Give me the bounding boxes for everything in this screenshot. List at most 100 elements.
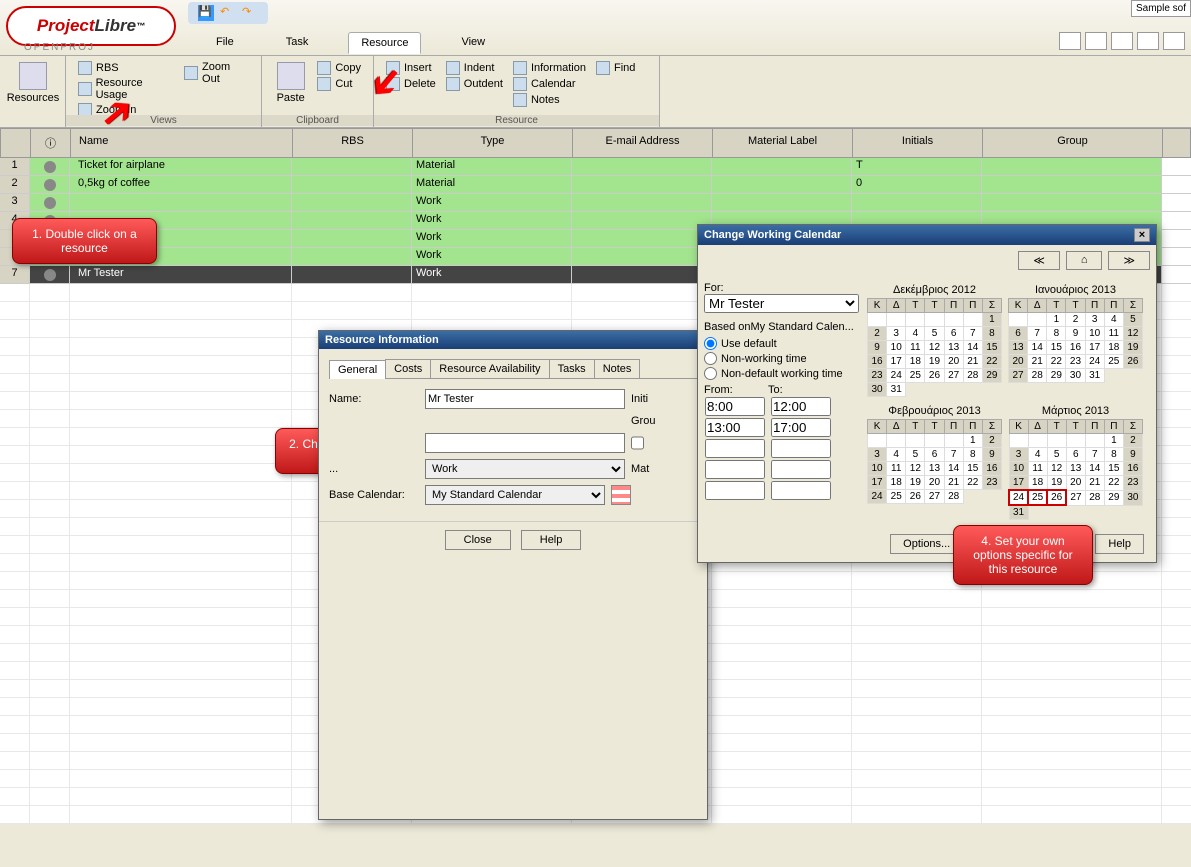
cut-button[interactable]: Cut xyxy=(313,76,365,92)
from-time-5[interactable] xyxy=(705,481,765,500)
calendar-month[interactable]: Δεκέμβριος 2012ΚΔΤΤΠΠΣ123456789101112131… xyxy=(867,282,1002,397)
callout-1: 1. Double click on a resource xyxy=(12,218,157,264)
from-time-4[interactable] xyxy=(705,460,765,479)
calendar-month[interactable]: Φεβρουάριος 2013ΚΔΤΤΠΠΣ12345678910111213… xyxy=(867,403,1002,520)
rbs-button[interactable]: RBS xyxy=(74,60,178,76)
view-icon-1[interactable] xyxy=(1059,32,1081,50)
type-label: ... xyxy=(329,463,419,475)
notes-button[interactable]: Notes xyxy=(509,92,590,108)
paste-icon xyxy=(277,62,305,90)
tab-tasks[interactable]: Tasks xyxy=(549,359,595,378)
group-views: Views xyxy=(66,115,261,126)
to-time-4[interactable] xyxy=(771,460,831,479)
tab-notes[interactable]: Notes xyxy=(594,359,641,378)
rbs-icon xyxy=(78,61,92,75)
find-icon xyxy=(596,61,610,75)
resource-type-icon xyxy=(44,197,56,209)
for-label: For: xyxy=(704,282,724,294)
view-icon-3[interactable] xyxy=(1111,32,1133,50)
resources-button[interactable]: Resources xyxy=(8,60,58,106)
unknown-checkbox[interactable] xyxy=(631,433,644,453)
from-time-3[interactable] xyxy=(705,439,765,458)
find-button[interactable]: Find xyxy=(592,60,639,76)
next-button[interactable]: ≫ xyxy=(1108,251,1150,270)
tab-file[interactable]: File xyxy=(204,32,246,54)
calendar-month[interactable]: Μάρτιος 2013ΚΔΤΤΠΠΣ123456789101112131415… xyxy=(1008,403,1143,520)
redo-icon[interactable]: ↷ xyxy=(242,5,258,21)
information-icon xyxy=(513,61,527,75)
doc-name: Sample sof xyxy=(1131,0,1191,17)
table-row[interactable]: 1Ticket for airplaneMaterialT xyxy=(0,158,1191,176)
app-logo: ProjectLibre™ xyxy=(6,6,176,46)
zoom-out-icon xyxy=(184,66,198,80)
unknown-field[interactable] xyxy=(425,433,625,453)
resource-usage-icon xyxy=(78,82,92,96)
paste-button[interactable]: Paste xyxy=(270,60,311,112)
tab-resource[interactable]: Resource xyxy=(348,32,421,54)
to-time-3[interactable] xyxy=(771,439,831,458)
view-icon-5[interactable] xyxy=(1163,32,1185,50)
view-icon-4[interactable] xyxy=(1137,32,1159,50)
tab-task[interactable]: Task xyxy=(274,32,321,54)
callout-4: 4. Set your own options specific for thi… xyxy=(953,525,1093,585)
resource-grid-header: ⓘ Name RBS Type E-mail Address Material … xyxy=(0,128,1191,158)
based-on-label: Based onMy Standard Calen... xyxy=(704,321,859,333)
openproj-label: OPENPROJ xyxy=(24,42,95,53)
zoom-out-button[interactable]: Zoom Out xyxy=(180,60,253,86)
close-button[interactable]: Close xyxy=(445,530,511,550)
dialog-title: Change Working Calendar xyxy=(704,229,841,241)
calendar-month[interactable]: Ιανουάριος 2013ΚΔΤΤΠΠΣ123456789101112131… xyxy=(1008,282,1143,397)
change-calendar-icon[interactable] xyxy=(611,485,631,505)
initials-cut-label: Initi xyxy=(631,393,648,405)
name-field[interactable] xyxy=(425,389,625,409)
quick-access-toolbar: 💾 ↶ ↷ xyxy=(188,2,268,24)
tab-view[interactable]: View xyxy=(449,32,497,54)
notes-icon xyxy=(513,93,527,107)
tab-costs[interactable]: Costs xyxy=(385,359,431,378)
calendar-icon xyxy=(513,77,527,91)
group-cut-label: Grou xyxy=(631,415,655,427)
undo-icon[interactable]: ↶ xyxy=(220,5,236,21)
resource-type-icon xyxy=(44,179,56,191)
copy-icon xyxy=(317,61,331,75)
group-resource: Resource xyxy=(374,115,659,126)
from-time-1[interactable] xyxy=(705,397,765,416)
close-icon[interactable]: × xyxy=(1134,228,1150,242)
outdent-icon xyxy=(446,77,460,91)
help-button[interactable]: Help xyxy=(521,530,582,550)
to-time-1[interactable] xyxy=(771,397,831,416)
material-cut-label: Mat xyxy=(631,463,649,475)
change-working-calendar-dialog: Change Working Calendar × ≪ ⌂ ≫ For: Mr … xyxy=(697,224,1157,563)
resource-type-icon xyxy=(44,161,56,173)
base-calendar-label: Base Calendar: xyxy=(329,489,419,501)
group-clipboard: Clipboard xyxy=(262,115,373,126)
non-default-radio[interactable] xyxy=(704,367,717,380)
save-icon[interactable]: 💾 xyxy=(198,5,214,21)
indicator-column-icon: ⓘ xyxy=(31,129,71,157)
from-time-2[interactable] xyxy=(705,418,765,437)
help-button[interactable]: Help xyxy=(1095,534,1144,554)
base-calendar-select[interactable]: My Standard Calendar xyxy=(425,485,605,505)
table-row[interactable]: 3Work xyxy=(0,194,1191,212)
calendar-button[interactable]: Calendar xyxy=(509,76,590,92)
tab-general[interactable]: General xyxy=(329,360,386,379)
table-row[interactable]: 20,5kg of coffeeMaterial0 xyxy=(0,176,1191,194)
indent-button[interactable]: Indent xyxy=(442,60,507,76)
cut-icon xyxy=(317,77,331,91)
resource-type-icon xyxy=(44,269,56,281)
outdent-button[interactable]: Outdent xyxy=(442,76,507,92)
copy-button[interactable]: Copy xyxy=(313,60,365,76)
view-icon-2[interactable] xyxy=(1085,32,1107,50)
to-time-2[interactable] xyxy=(771,418,831,437)
to-time-5[interactable] xyxy=(771,481,831,500)
home-button[interactable]: ⌂ xyxy=(1066,251,1103,270)
type-select[interactable]: Work xyxy=(425,459,625,479)
resources-icon xyxy=(19,62,47,90)
non-working-radio[interactable] xyxy=(704,352,717,365)
indent-icon xyxy=(446,61,460,75)
for-select[interactable]: Mr Tester xyxy=(704,294,859,313)
prev-button[interactable]: ≪ xyxy=(1018,251,1060,270)
use-default-radio[interactable] xyxy=(704,337,717,350)
information-button[interactable]: Information xyxy=(509,60,590,76)
tab-availability[interactable]: Resource Availability xyxy=(430,359,549,378)
